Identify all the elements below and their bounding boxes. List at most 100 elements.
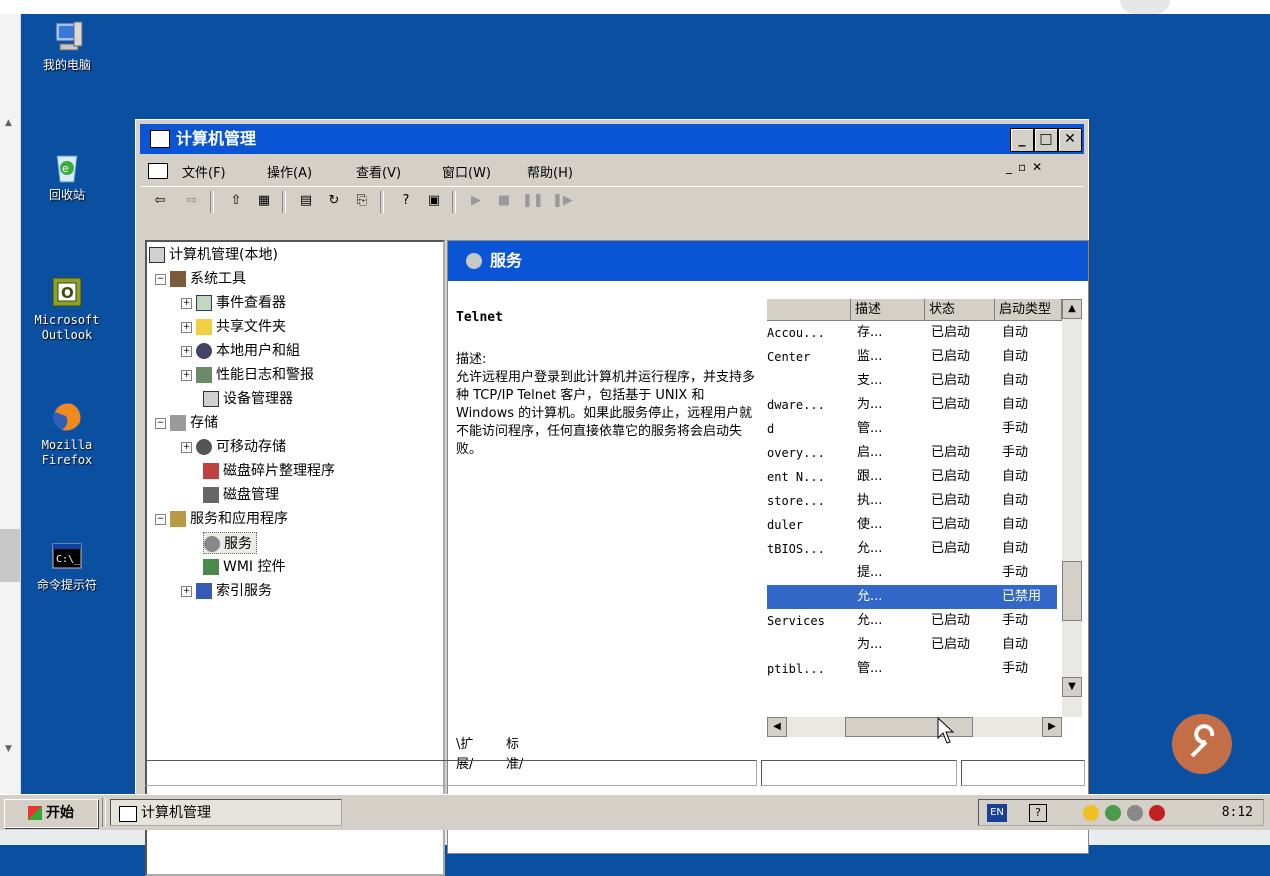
security-shield-icon[interactable]: [1083, 805, 1099, 821]
service-row[interactable]: 提... 手动: [767, 561, 1057, 585]
service-row[interactable]: Accou... 存... 已启动 自动: [767, 321, 1057, 345]
help-icon[interactable]: ?: [1029, 804, 1047, 822]
pause-service-icon[interactable]: ❚❚: [522, 191, 544, 211]
desktop-icon-firefox[interactable]: Mozilla Firefox: [22, 400, 112, 468]
console-icon[interactable]: ▣: [424, 191, 444, 211]
list-vertical-scrollbar[interactable]: ▲ ▼: [1062, 299, 1082, 717]
taskbar-button-computer-management[interactable]: 计算机管理: [110, 799, 342, 826]
service-row[interactable]: store... 执... 已启动 自动: [767, 489, 1057, 513]
column-header-startup-type[interactable]: 启动类型: [995, 299, 1062, 321]
expand-icon[interactable]: +: [181, 585, 192, 597]
tree-local-users[interactable]: + 本地用户和組: [181, 340, 300, 360]
column-header-status[interactable]: 状态: [925, 299, 995, 321]
expand-icon[interactable]: +: [181, 297, 192, 309]
back-icon[interactable]: ⇦: [150, 191, 170, 211]
language-indicator[interactable]: EN: [987, 804, 1007, 822]
service-row[interactable]: Center 监... 已启动 自动: [767, 345, 1057, 369]
desktop-icon-recycle-bin[interactable]: e 回收站: [22, 150, 112, 203]
service-row[interactable]: Services 允... 已启动 手动: [767, 609, 1057, 633]
tree-removable-storage[interactable]: + 可移动存储: [181, 436, 286, 456]
start-button[interactable]: 开始: [4, 799, 98, 828]
wmi-icon: [203, 559, 219, 575]
properties-icon[interactable]: ▤: [296, 191, 316, 211]
tree-services-apps[interactable]: − 服务和应用程序: [155, 508, 288, 528]
host-corner-decoration: [1120, 0, 1170, 14]
tree-indexing-service[interactable]: + 索引服务: [181, 580, 272, 600]
expand-icon[interactable]: +: [181, 345, 192, 357]
expand-icon[interactable]: +: [181, 441, 192, 453]
tree-disk-management[interactable]: 磁盘管理: [203, 484, 279, 504]
scroll-right-icon[interactable]: ▶: [1042, 717, 1062, 737]
expand-icon[interactable]: +: [181, 369, 192, 381]
scroll-up-icon[interactable]: ▲: [5, 118, 12, 128]
help-icon[interactable]: ?: [396, 191, 416, 211]
start-service-icon[interactable]: ▶: [466, 191, 486, 211]
tree-event-viewer[interactable]: + 事件查看器: [181, 292, 286, 312]
tree-shared-folders[interactable]: + 共享文件夹: [181, 316, 286, 336]
sound-icon[interactable]: [1127, 805, 1143, 821]
export-list-icon[interactable]: ⎘: [352, 191, 372, 211]
computer-management-icon: [150, 130, 170, 148]
stop-service-icon[interactable]: ■: [494, 191, 514, 211]
security-alert-icon[interactable]: [1149, 805, 1165, 821]
service-startup-type-cell: 自动: [1002, 493, 1029, 508]
tree-device-manager[interactable]: 设备管理器: [203, 388, 293, 408]
scroll-up-icon[interactable]: ▲: [1062, 299, 1082, 319]
collapse-icon[interactable]: −: [155, 513, 166, 525]
tree-services[interactable]: 服务: [203, 532, 257, 554]
close-button[interactable]: ✕: [1058, 128, 1082, 152]
tree-wmi-control[interactable]: WMI 控件: [203, 556, 286, 576]
show-hide-tree-icon[interactable]: ▦: [254, 191, 274, 211]
collapse-icon[interactable]: −: [155, 273, 166, 285]
service-row[interactable]: overy... 启... 已启动 手动: [767, 441, 1057, 465]
minimize-button[interactable]: _: [1010, 128, 1034, 152]
desktop-icon-cmd[interactable]: C:\_ 命令提示符: [22, 540, 112, 593]
taskbar-separator: [102, 798, 106, 827]
up-level-icon[interactable]: ⇧: [226, 191, 246, 211]
scroll-down-icon[interactable]: ▼: [5, 744, 12, 754]
desktop-icon-my-computer[interactable]: 我的电脑: [22, 20, 112, 73]
scroll-down-icon[interactable]: ▼: [1062, 677, 1082, 697]
forward-icon[interactable]: ⇨: [182, 191, 202, 211]
column-header-name[interactable]: [767, 299, 851, 321]
menu-help[interactable]: 帮助(H): [527, 162, 573, 181]
service-row[interactable]: dware... 为... 已启动 自动: [767, 393, 1057, 417]
system-menu-icon[interactable]: [148, 163, 168, 179]
service-row[interactable]: duler 使... 已启动 自动: [767, 513, 1057, 537]
window-titlebar[interactable]: 计算机管理 _ □ ✕: [140, 124, 1084, 154]
mdi-controls[interactable]: _▫✕: [1006, 160, 1076, 180]
restart-service-icon[interactable]: ❚▶: [552, 191, 573, 211]
refresh-icon[interactable]: ↻: [324, 191, 344, 211]
start-label: 开始: [46, 805, 74, 821]
host-scroll-thumb[interactable]: [0, 529, 20, 582]
service-description-panel: Telnet 描述: 允许远程用户登录到此计算机并运行程序，并支持多种 TCP/…: [456, 309, 756, 459]
service-row[interactable]: d 管... 手动: [767, 417, 1057, 441]
tree-system-tools[interactable]: − 系统工具: [155, 268, 246, 288]
list-horizontal-scrollbar[interactable]: ◀ ▶: [767, 717, 1062, 737]
tree-defrag[interactable]: 磁盘碎片整理程序: [203, 460, 335, 480]
tree-storage[interactable]: − 存储: [155, 412, 218, 432]
maximize-button[interactable]: □: [1034, 128, 1058, 152]
service-row[interactable]: 为... 已启动 自动: [767, 633, 1057, 657]
wrench-tool-icon[interactable]: [1172, 714, 1232, 774]
tree-root[interactable]: 计算机管理(本地): [149, 244, 278, 264]
status-bar-main: [145, 760, 757, 786]
scroll-thumb[interactable]: [1062, 561, 1082, 621]
service-row[interactable]: ptibl... 管... 手动: [767, 657, 1057, 681]
column-header-description[interactable]: 描述: [851, 299, 925, 321]
collapse-icon[interactable]: −: [155, 417, 166, 429]
tree-perf-logs[interactable]: + 性能日志和警报: [181, 364, 314, 384]
desktop-icon-outlook[interactable]: O Microsoft Outlook: [22, 275, 112, 343]
network-icon[interactable]: [1105, 805, 1121, 821]
menu-file[interactable]: 文件(F): [182, 162, 226, 181]
service-row[interactable]: ent N... 跟... 已启动 自动: [767, 465, 1057, 489]
expand-icon[interactable]: +: [181, 321, 192, 333]
menu-view[interactable]: 查看(V): [356, 162, 401, 181]
scroll-left-icon[interactable]: ◀: [767, 717, 787, 737]
menu-window[interactable]: 窗口(W): [442, 162, 491, 181]
service-row[interactable]: 支... 已启动 自动: [767, 369, 1057, 393]
menu-action[interactable]: 操作(A): [267, 162, 312, 181]
service-row[interactable]: tBIOS... 允... 已启动 自动: [767, 537, 1057, 561]
service-row[interactable]: 允... 已禁用: [767, 585, 1057, 609]
host-scrollbar[interactable]: ▲ ▼: [0, 14, 21, 829]
